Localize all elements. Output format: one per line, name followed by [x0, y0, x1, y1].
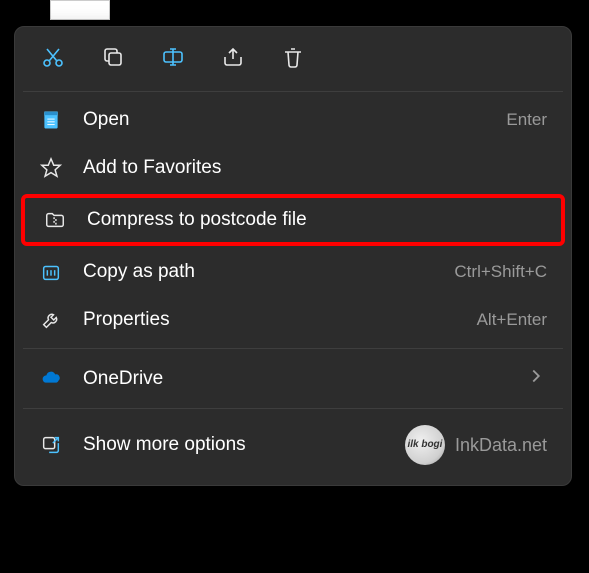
open-icon — [39, 108, 63, 132]
divider — [23, 408, 563, 409]
copy-path-icon — [39, 260, 63, 284]
menu-label: Properties — [83, 309, 457, 331]
rename-button[interactable] — [159, 45, 187, 73]
menu-item-onedrive[interactable]: OneDrive — [15, 353, 571, 404]
divider — [23, 348, 563, 349]
cut-button[interactable] — [39, 45, 67, 73]
toolbar — [15, 35, 571, 87]
menu-item-more-options[interactable]: Show more options ilk bogi InkData.net — [15, 413, 571, 477]
wrench-icon — [39, 308, 63, 332]
copy-icon — [101, 45, 125, 74]
menu-item-open[interactable]: Open Enter — [15, 96, 571, 144]
copy-button[interactable] — [99, 45, 127, 73]
divider — [23, 91, 563, 92]
menu-label: Compress to postcode file — [87, 209, 543, 231]
watermark-logo-text: ilk bogi — [407, 440, 442, 450]
menu-item-copy-path[interactable]: Copy as path Ctrl+Shift+C — [15, 248, 571, 296]
onedrive-icon — [39, 367, 63, 391]
file-thumbnail — [50, 0, 110, 20]
rename-icon — [161, 45, 185, 74]
star-icon — [39, 156, 63, 180]
menu-shortcut: Alt+Enter — [477, 310, 547, 330]
menu-item-compress[interactable]: Compress to postcode file — [21, 194, 565, 246]
menu-label: OneDrive — [83, 368, 505, 390]
share-button[interactable] — [219, 45, 247, 73]
watermark-logo: ilk bogi — [405, 425, 445, 465]
menu-shortcut: Enter — [506, 110, 547, 130]
cut-icon — [41, 45, 65, 74]
delete-button[interactable] — [279, 45, 307, 73]
watermark-text: InkData.net — [455, 435, 547, 456]
menu-item-properties[interactable]: Properties Alt+Enter — [15, 296, 571, 344]
menu-shortcut: Ctrl+Shift+C — [454, 262, 547, 282]
more-options-icon — [39, 433, 63, 457]
menu-item-favorites[interactable]: Add to Favorites — [15, 144, 571, 192]
menu-label: Open — [83, 109, 486, 131]
delete-icon — [281, 45, 305, 74]
menu-label: Add to Favorites — [83, 157, 547, 179]
watermark: ilk bogi InkData.net — [405, 425, 547, 465]
chevron-right-icon — [525, 365, 547, 392]
share-icon — [221, 45, 245, 74]
menu-label: Show more options — [83, 434, 385, 456]
zip-icon — [43, 208, 67, 232]
menu-label: Copy as path — [83, 261, 434, 283]
context-menu: Open Enter Add to Favorites Compress to … — [14, 26, 572, 486]
